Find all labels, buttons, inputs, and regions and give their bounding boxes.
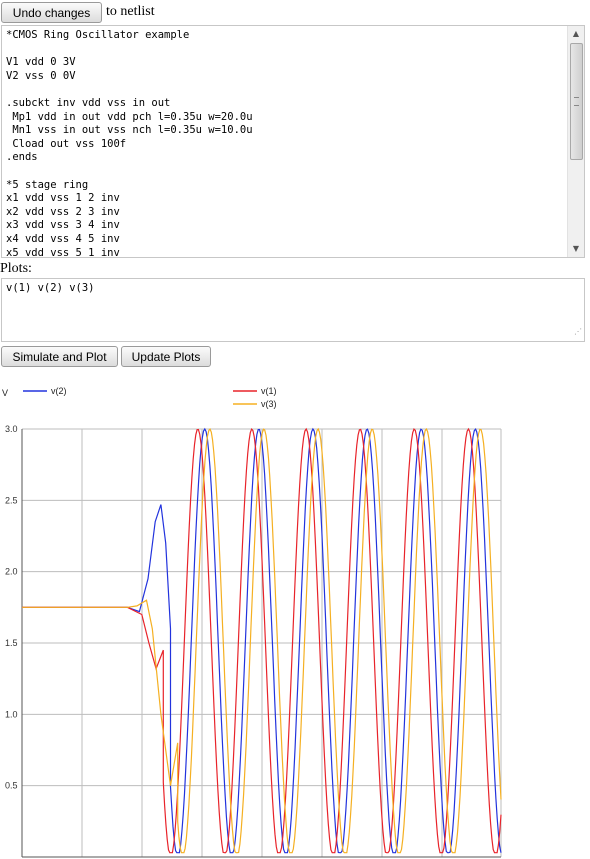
y-axis-ticks: 3.0 2.5 2.0 1.5 1.0 0.5 [5, 424, 18, 791]
legend-label: v(1) [261, 386, 277, 396]
undo-changes-button[interactable]: Undo changes [1, 2, 102, 23]
legend-label: v(2) [51, 386, 67, 396]
waveform-chart: V v(2) v(1) v(3) 3.0 2.5 2.0 1.5 1.0 0.5 [2, 386, 502, 858]
scroll-down-arrow-icon[interactable]: ▼ [568, 241, 584, 257]
resize-grip-icon[interactable]: ⋰ [574, 325, 582, 339]
undo-suffix-text: to netlist [106, 4, 155, 19]
simulate-and-plot-button[interactable]: Simulate and Plot [1, 346, 118, 367]
y-tick-label: 2.0 [5, 567, 18, 577]
plots-label: Plots: [0, 261, 32, 276]
plots-text: v(1) v(2) v(3) [6, 282, 95, 294]
netlist-scrollbar[interactable]: ▲ ▼ [567, 26, 584, 257]
y-axis-unit-label: V [2, 388, 8, 398]
scroll-up-arrow-icon[interactable]: ▲ [568, 26, 584, 42]
plots-textarea[interactable]: v(1) v(2) v(3) ⋰ [1, 278, 585, 342]
legend-label: v(3) [261, 399, 277, 409]
y-tick-label: 1.5 [5, 638, 18, 648]
y-tick-label: 0.5 [5, 781, 18, 791]
chart-grid [21, 428, 502, 858]
y-tick-label: 2.5 [5, 495, 18, 505]
y-tick-label: 3.0 [5, 424, 18, 434]
chart-legend: v(2) v(1) v(3) [23, 386, 277, 409]
netlist-text: *CMOS Ring Oscillator example V1 vdd 0 3… [6, 29, 253, 258]
netlist-textarea[interactable]: *CMOS Ring Oscillator example V1 vdd 0 3… [1, 25, 585, 258]
scrollbar-thumb[interactable] [570, 43, 583, 160]
update-plots-button[interactable]: Update Plots [121, 346, 211, 367]
y-tick-label: 1.0 [5, 709, 18, 719]
